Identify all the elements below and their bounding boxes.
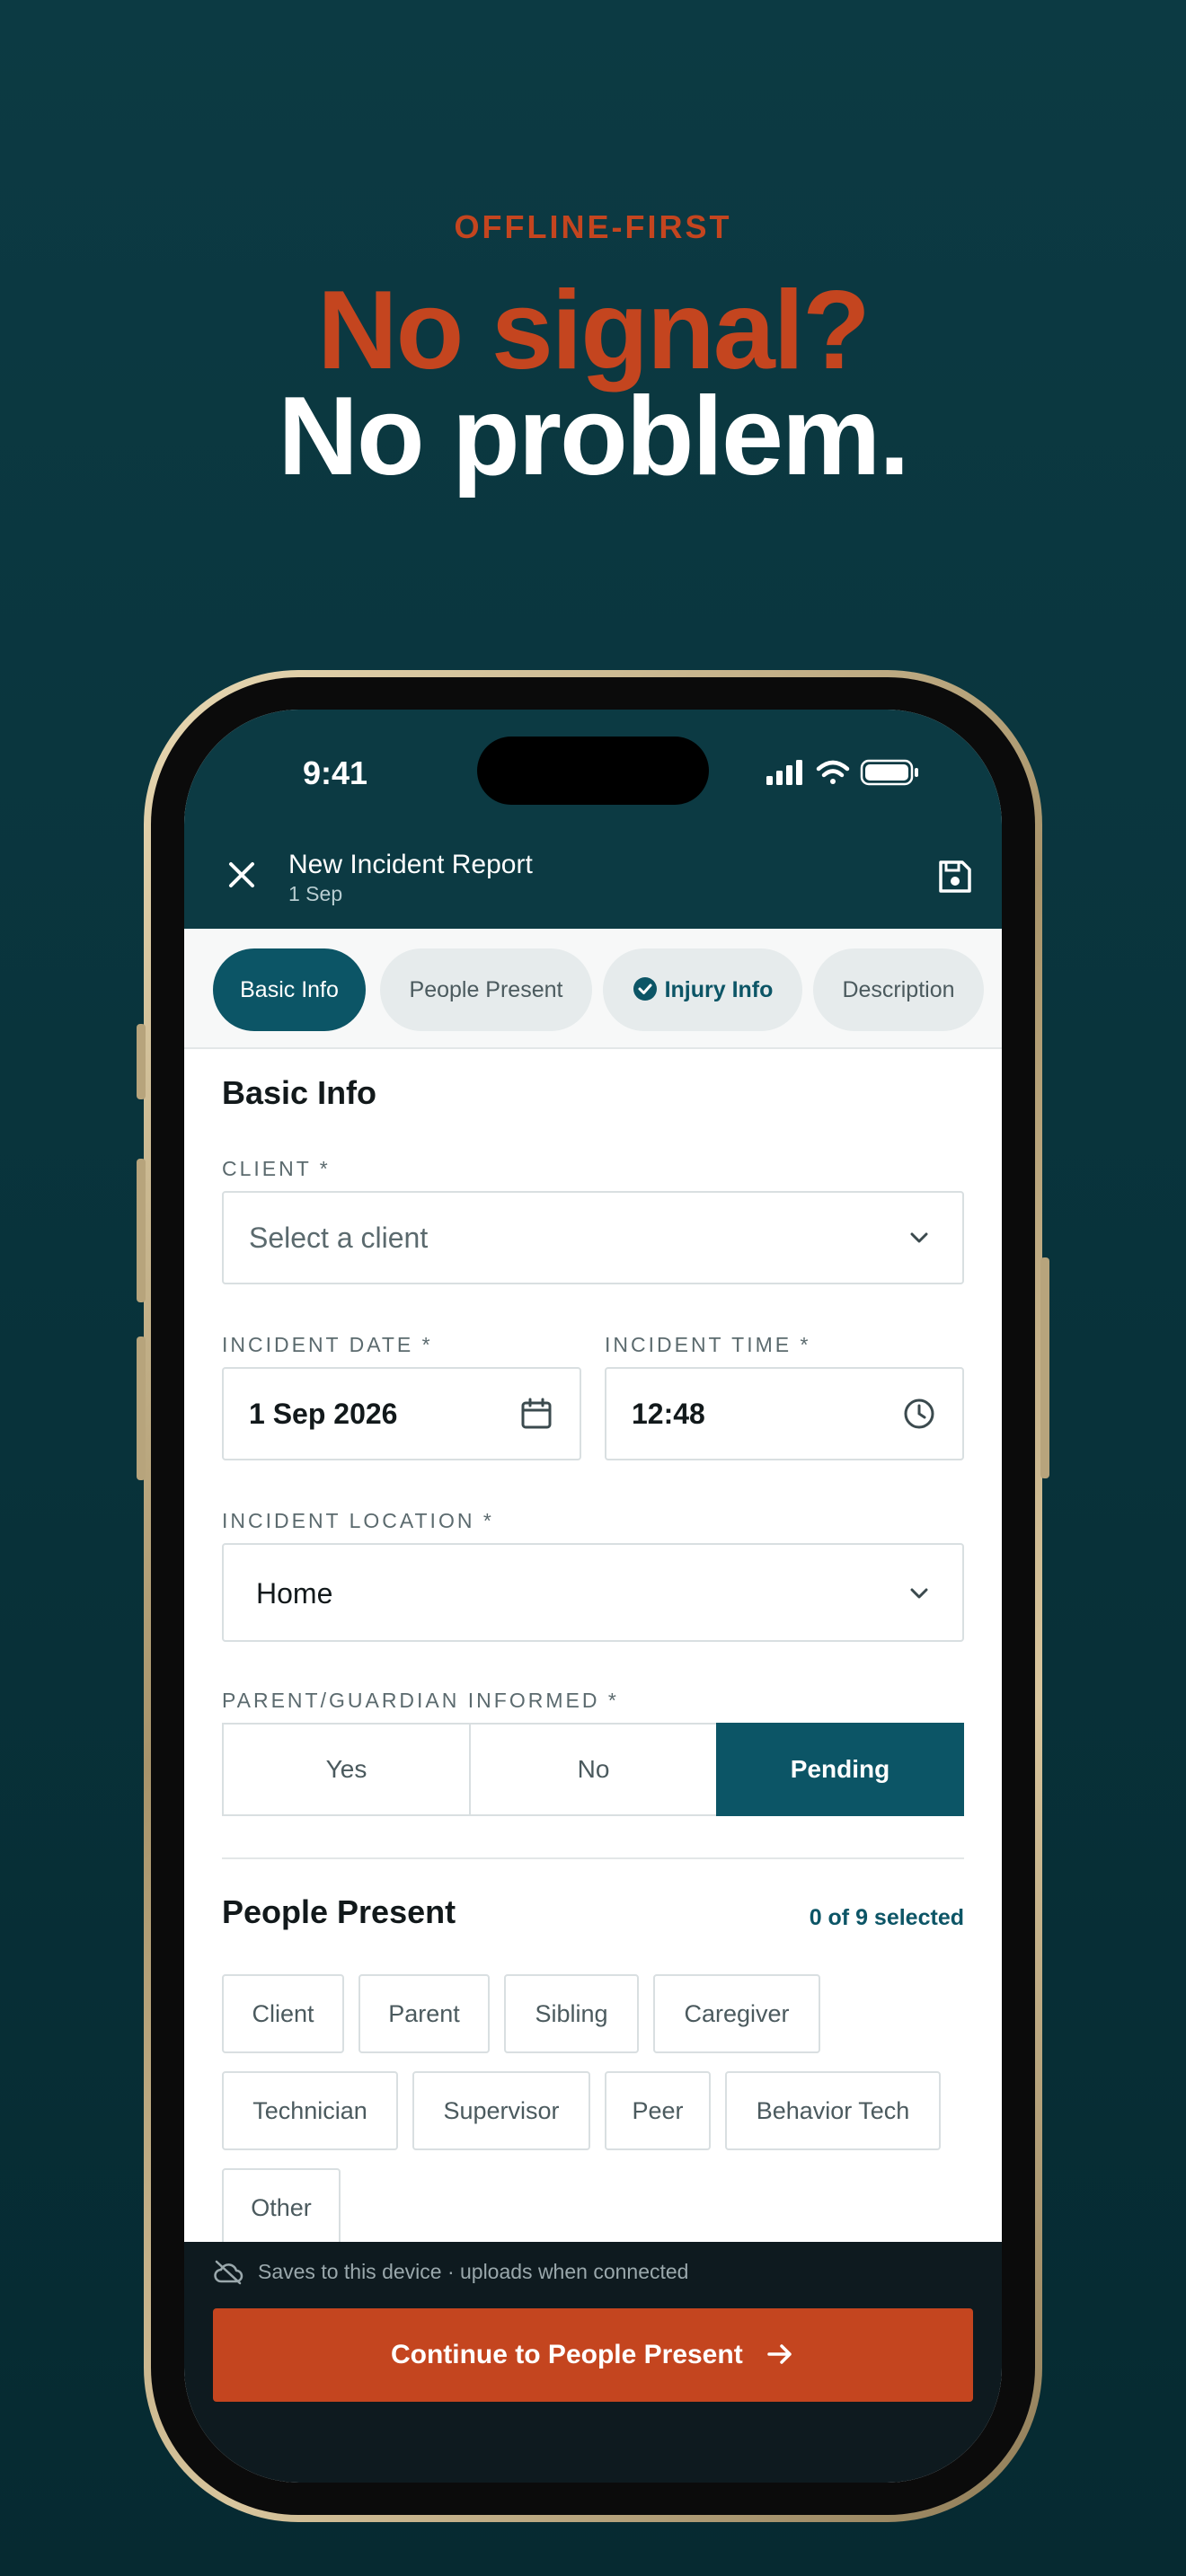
chip-client[interactable]: Client	[222, 1974, 344, 2053]
continue-button-label: Continue to People Present	[390, 2340, 743, 2369]
battery-icon	[860, 759, 918, 786]
calendar-icon	[521, 1398, 552, 1429]
chip-caregiver[interactable]: Caregiver	[653, 1974, 820, 2053]
incident-location-label: INCIDENT LOCATION *	[222, 1509, 494, 1532]
chip-sibling[interactable]: Sibling	[504, 1974, 639, 2053]
nav-title: New Incident Report	[288, 850, 533, 879]
cloud-off-icon	[214, 2260, 243, 2285]
side-button-mute	[137, 1024, 146, 1099]
incident-location-value: Home	[256, 1577, 333, 1610]
clock-icon	[904, 1398, 934, 1429]
signal-icon	[766, 760, 802, 785]
tab-injury-info[interactable]: Injury Info	[603, 948, 802, 1031]
side-button-volume-down	[137, 1337, 146, 1480]
dynamic-island	[477, 737, 709, 805]
side-button-power	[1040, 1257, 1049, 1478]
chevron-down-icon	[910, 1588, 928, 1599]
chip-other[interactable]: Other	[222, 2168, 341, 2247]
app-header: 9:41 New Incident Report 1 Sep	[184, 710, 1002, 929]
guardian-option-pending[interactable]: Pending	[716, 1723, 964, 1816]
wifi-icon	[816, 760, 850, 784]
offline-note: Saves to this device · uploads when conn…	[258, 2260, 689, 2283]
incident-time-label: INCIDENT TIME *	[605, 1333, 811, 1356]
section-title-people-present: People Present	[222, 1893, 456, 1930]
incident-date-label: INCIDENT DATE *	[222, 1333, 433, 1356]
incident-date-value: 1 Sep 2026	[249, 1398, 398, 1430]
arrow-right-icon	[767, 2344, 792, 2364]
incident-location-select[interactable]: Home	[222, 1543, 964, 1642]
hero-eyebrow: OFFLINE-FIRST	[454, 208, 732, 245]
status-time: 9:41	[303, 754, 368, 791]
guardian-option-yes[interactable]: Yes	[222, 1723, 471, 1816]
section-title-basic-info: Basic Info	[222, 1074, 377, 1111]
tab-description[interactable]: Description	[813, 948, 984, 1031]
chip-behavior-tech[interactable]: Behavior Tech	[725, 2071, 941, 2150]
hero-headline-main: No problem.	[278, 375, 909, 498]
chip-peer[interactable]: Peer	[605, 2071, 711, 2150]
guardian-option-no[interactable]: No	[469, 1723, 718, 1816]
footer-bar: Saves to this device · uploads when conn…	[184, 2242, 1002, 2483]
check-circle-icon	[633, 977, 657, 1001]
incident-date-field[interactable]: 1 Sep 2026	[222, 1367, 581, 1460]
close-button[interactable]	[220, 853, 263, 896]
phone-screen: 9:41 New Incident Report 1 Sep Basic Inf…	[184, 710, 1002, 2483]
client-label: CLIENT *	[222, 1157, 331, 1180]
incident-time-field[interactable]: 12:48	[605, 1367, 964, 1460]
nav-subtitle: 1 Sep	[288, 882, 343, 905]
status-icons	[761, 756, 950, 793]
chip-parent[interactable]: Parent	[358, 1974, 490, 2053]
hero-headline-accent: No signal?	[317, 269, 871, 393]
section-divider	[222, 1857, 964, 1859]
close-icon	[229, 862, 254, 887]
guardian-informed-label: PARENT/GUARDIAN INFORMED *	[222, 1689, 619, 1712]
chevron-down-icon	[910, 1232, 928, 1243]
client-placeholder: Select a client	[249, 1222, 429, 1254]
continue-button[interactable]: Continue to People Present	[213, 2308, 973, 2402]
client-select[interactable]: Select a client	[222, 1191, 964, 1284]
step-tabs: Basic Info People Present Injury Info De…	[184, 929, 1002, 1049]
tab-people-present[interactable]: People Present	[380, 948, 592, 1031]
tab-basic-info[interactable]: Basic Info	[213, 948, 366, 1031]
save-icon	[939, 860, 971, 893]
side-button-volume-up	[137, 1159, 146, 1302]
incident-time-value: 12:48	[632, 1398, 705, 1430]
save-button[interactable]	[935, 857, 975, 896]
chip-supervisor[interactable]: Supervisor	[412, 2071, 590, 2150]
people-selected-count: 0 of 9 selected	[809, 1905, 964, 1930]
chip-technician[interactable]: Technician	[222, 2071, 398, 2150]
